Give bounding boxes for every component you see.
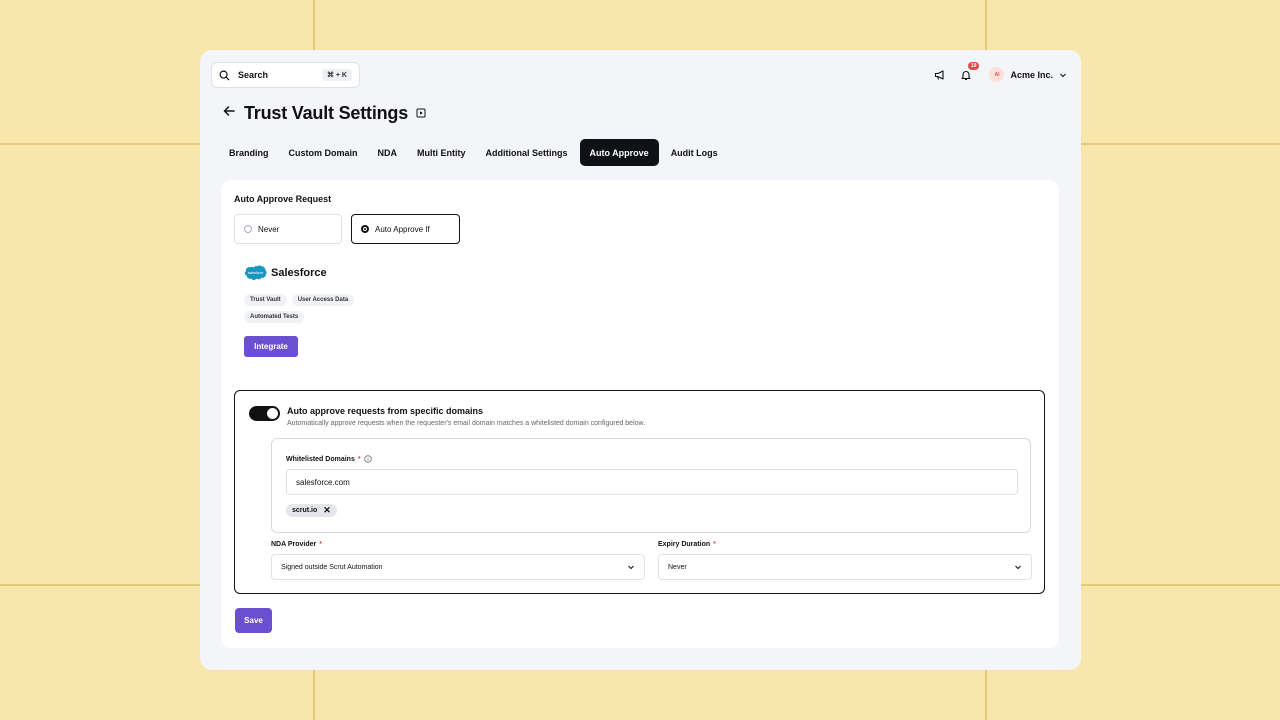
remove-tag-icon[interactable]: ✕ [323, 506, 331, 515]
settings-tabs: Branding Custom Domain NDA Multi Entity … [221, 139, 726, 166]
tab-audit-logs[interactable]: Audit Logs [663, 139, 726, 166]
back-button[interactable] [222, 104, 236, 123]
expiry-duration-group: Expiry Duration * Never [658, 541, 1032, 580]
whitelisted-domains-box: Whitelisted Domains * salesforce.com scr… [271, 438, 1031, 533]
tab-custom-domain[interactable]: Custom Domain [281, 139, 366, 166]
settings-card: Auto Approve Request Never Auto Approve … [221, 180, 1059, 648]
nda-provider-label: NDA Provider * [271, 541, 645, 548]
integration-chips: Trust Vault User Access Data Automated T… [244, 294, 404, 323]
tab-additional-settings[interactable]: Additional Settings [478, 139, 576, 166]
radio-never[interactable] [244, 225, 252, 233]
app-window: Search ⌘ + K 19 AI Acme Inc. Trust Vault… [200, 50, 1081, 670]
auto-approve-label: Auto Approve Request [234, 194, 332, 204]
expiry-duration-value: Never [668, 563, 687, 571]
page-title: Trust Vault Settings [244, 103, 409, 123]
required-mark: * [319, 541, 322, 548]
tab-multi-entity[interactable]: Multi Entity [409, 139, 474, 166]
toggle-knob [267, 408, 278, 419]
expiry-duration-label-text: Expiry Duration [658, 541, 711, 548]
chevron-down-icon [1060, 73, 1066, 77]
domain-approval-section: Auto approve requests from specific doma… [234, 390, 1045, 594]
chevron-down-icon [628, 565, 634, 570]
info-icon[interactable] [363, 455, 372, 463]
domain-tag: scrut.io ✕ [286, 504, 337, 517]
expiry-duration-label: Expiry Duration * [658, 541, 1032, 548]
integration-header: salesforce Salesforce [244, 265, 327, 281]
integrate-button[interactable]: Integrate [244, 336, 298, 357]
chip-user-access-data: User Access Data [291, 294, 355, 306]
domain-approval-description: Automatically approve requests when the … [287, 420, 646, 427]
page-header: Trust Vault Settings [222, 103, 426, 124]
tab-nda[interactable]: NDA [370, 139, 406, 166]
notifications-button[interactable]: 19 [959, 61, 980, 82]
search-bar[interactable]: Search ⌘ + K [211, 62, 360, 88]
chip-automated-tests: Automated Tests [244, 311, 305, 323]
header-actions: 19 AI Acme Inc. [933, 61, 1067, 82]
option-never-label: Never [258, 224, 280, 234]
required-mark: * [713, 541, 716, 548]
option-never[interactable]: Never [234, 214, 342, 244]
megaphone-icon [935, 69, 945, 80]
chevron-down-icon [1015, 565, 1021, 570]
nda-provider-label-text: NDA Provider [271, 541, 317, 548]
expiry-duration-select[interactable]: Never [658, 554, 1032, 580]
search-icon [219, 70, 230, 81]
preview-button[interactable] [416, 105, 426, 123]
org-name: Acme Inc. [1010, 69, 1053, 80]
nda-provider-group: NDA Provider * Signed outside Scrut Auto… [271, 541, 645, 580]
announcement-button[interactable] [933, 68, 947, 82]
tab-auto-approve[interactable]: Auto Approve [579, 139, 659, 166]
whitelisted-domains-label-text: Whitelisted Domains [286, 455, 355, 463]
domain-tag-label: scrut.io [292, 507, 318, 514]
svg-text:salesforce: salesforce [248, 271, 264, 275]
whitelisted-domain-input[interactable]: salesforce.com [286, 469, 1018, 495]
arrow-left-icon [223, 106, 235, 116]
salesforce-logo: salesforce [244, 265, 267, 280]
search-shortcut: ⌘ + K [321, 69, 352, 81]
option-auto-approve-if-label: Auto Approve If [375, 224, 430, 234]
notification-badge: 19 [967, 61, 980, 70]
nda-provider-value: Signed outside Scrut Automation [281, 563, 383, 571]
chip-trust-vault: Trust Vault [244, 294, 287, 306]
tab-branding[interactable]: Branding [221, 139, 277, 166]
open-preview-icon [416, 108, 426, 117]
domain-approval-title: Auto approve requests from specific doma… [287, 406, 484, 416]
radio-auto-approve-if[interactable] [361, 225, 369, 233]
domain-approval-toggle[interactable] [249, 406, 280, 421]
search-label: Search [238, 70, 269, 80]
save-button[interactable]: Save [235, 608, 272, 633]
required-mark: * [357, 455, 361, 463]
nda-provider-select[interactable]: Signed outside Scrut Automation [271, 554, 645, 580]
integration-name: Salesforce [271, 267, 327, 279]
avatar: AI [989, 67, 1005, 82]
option-auto-approve-if[interactable]: Auto Approve If [351, 214, 460, 244]
bell-icon [961, 70, 972, 80]
org-switcher[interactable]: AI Acme Inc. [989, 67, 1067, 82]
whitelisted-domains-label: Whitelisted Domains * [286, 455, 372, 463]
